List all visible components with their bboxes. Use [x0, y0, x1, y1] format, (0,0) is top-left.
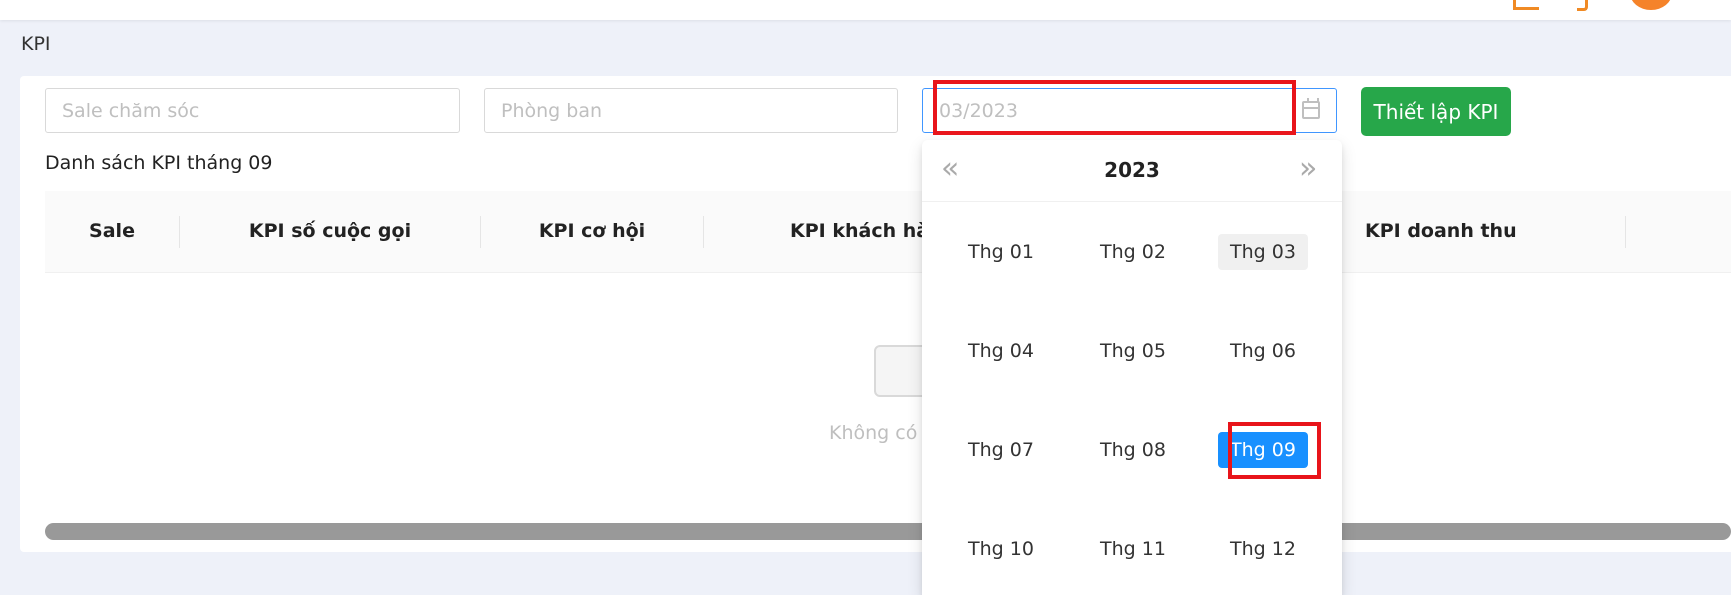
month-cell[interactable]: Thg 12 — [1218, 531, 1308, 567]
column-header[interactable]: KPI doanh thu — [1365, 191, 1695, 272]
month-cell[interactable]: Thg 07 — [956, 432, 1046, 468]
column-header[interactable]: Sale — [45, 191, 179, 272]
month-cell[interactable]: Thg 01 — [956, 234, 1046, 270]
month-cell[interactable]: Thg 10 — [956, 531, 1046, 567]
sale-filter-field[interactable] — [45, 88, 460, 133]
picker-year[interactable]: 2023 — [922, 140, 1342, 201]
phone-icon[interactable] — [1577, 0, 1588, 11]
breadcrumb: KPI — [21, 33, 51, 55]
column-divider — [703, 216, 704, 248]
top-bar — [0, 0, 1731, 20]
double-left-icon[interactable]: « — [941, 153, 959, 185]
column-divider — [1625, 216, 1626, 248]
month-cell[interactable]: Thg 02 — [1088, 234, 1178, 270]
department-filter-field[interactable] — [484, 88, 898, 133]
content-card — [20, 76, 1731, 552]
month-cell[interactable]: Thg 05 — [1088, 333, 1178, 369]
setup-kpi-button[interactable]: Thiết lập KPI — [1361, 87, 1511, 136]
calendar-icon[interactable] — [1302, 98, 1320, 119]
month-cell[interactable]: Thg 06 — [1218, 333, 1308, 369]
highlight-box — [1228, 422, 1321, 479]
horizontal-scrollbar[interactable] — [45, 523, 1731, 540]
double-right-icon[interactable]: » — [1299, 153, 1317, 185]
department-filter-input[interactable] — [485, 89, 897, 132]
table-header: Sale KPI số cuộc gọi KPI cơ hội KPI khác… — [45, 191, 1731, 273]
month-picker-dropdown: 2023 « » Thg 01 Thg 02 Thg 03 Thg 04 Thg 05 T… — [922, 140, 1342, 595]
column-header[interactable]: KPI số cuộc gọi — [180, 191, 480, 272]
highlight-box — [933, 80, 1296, 135]
month-cell[interactable]: Thg 11 — [1088, 531, 1178, 567]
list-title: Danh sách KPI tháng 09 — [45, 152, 273, 174]
month-cell[interactable]: Thg 08 — [1088, 432, 1178, 468]
empty-state-text: Không có — [829, 422, 918, 444]
month-cell[interactable]: Thg 03 — [1218, 234, 1308, 270]
edit-icon[interactable] — [1513, 0, 1539, 10]
sale-filter-input[interactable] — [46, 89, 459, 132]
avatar[interactable] — [1630, 0, 1672, 10]
month-cell[interactable]: Thg 04 — [956, 333, 1046, 369]
column-header[interactable]: KPI cơ hội — [481, 191, 703, 272]
picker-header: 2023 « » — [922, 140, 1342, 202]
